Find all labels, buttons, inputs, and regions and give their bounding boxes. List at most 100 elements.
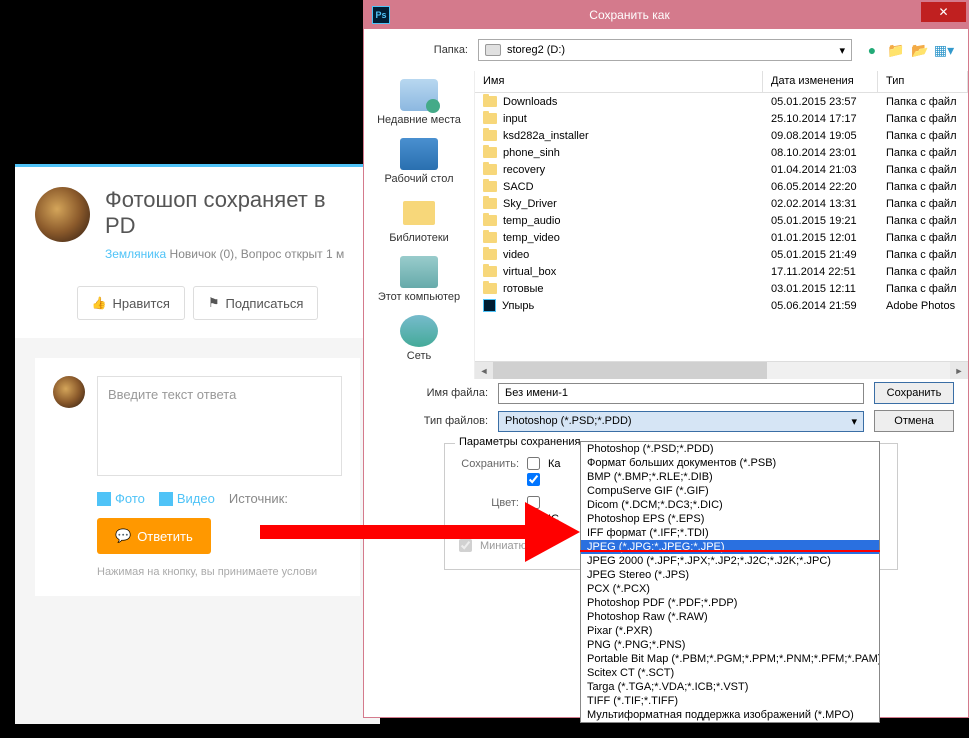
sidebar-network[interactable]: Сеть (400, 311, 438, 370)
annotation-underline (580, 550, 880, 552)
file-list: Имя Дата изменения Тип Downloads05.01.20… (474, 71, 968, 379)
flag-icon: ⚑ (208, 295, 220, 311)
submit-answer-button[interactable]: 💬Ответить (97, 518, 211, 554)
scroll-right-icon[interactable]: ► (950, 362, 968, 379)
folder-icon (483, 181, 497, 192)
dialog-body: Недавние места Рабочий стол Библиотеки Э… (364, 71, 968, 379)
dropdown-item[interactable]: Photoshop (*.PSD;*.PDD) (581, 442, 879, 456)
source-label: Источник: (229, 491, 288, 506)
dropdown-item[interactable]: Portable Bit Map (*.PBM;*.PGM;*.PPM;*.PN… (581, 652, 879, 666)
file-row[interactable]: recovery01.04.2014 21:03Папка с файл (475, 161, 968, 178)
chevron-down-icon: ▾ (839, 44, 845, 57)
column-name[interactable]: Имя (475, 71, 763, 92)
dropdown-item[interactable]: Photoshop Raw (*.RAW) (581, 610, 879, 624)
dropdown-item[interactable]: BMP (*.BMP;*.RLE;*.DIB) (581, 470, 879, 484)
video-button[interactable]: Видео (159, 491, 215, 506)
answer-input[interactable]: Введите текст ответа (97, 376, 342, 476)
checkbox-thumbnail (459, 539, 472, 552)
filename-input[interactable] (498, 383, 864, 404)
column-date[interactable]: Дата изменения (763, 71, 878, 92)
file-row[interactable]: Упырь05.06.2014 21:59Adobe Photos (475, 297, 968, 314)
dropdown-item[interactable]: Scitex CT (*.SCT) (581, 666, 879, 680)
dropdown-item[interactable]: IFF формат (*.IFF;*.TDI) (581, 526, 879, 540)
recent-icon (400, 79, 438, 111)
desktop-icon (400, 138, 438, 170)
dropdown-item[interactable]: Photoshop PDF (*.PDF;*.PDP) (581, 596, 879, 610)
folder-icon (483, 198, 497, 209)
file-row[interactable]: input25.10.2014 17:17Папка с файл (475, 110, 968, 127)
file-row[interactable]: temp_video01.01.2015 12:01Папка с файл (475, 229, 968, 246)
scroll-left-icon[interactable]: ◄ (475, 362, 493, 379)
thumb-up-icon: 👍 (92, 296, 107, 310)
dropdown-item[interactable]: JPEG Stereo (*.JPS) (581, 568, 879, 582)
question-meta: Земляника Новичок (0), Вопрос открыт 1 м (105, 247, 360, 261)
sidebar-libraries[interactable]: Библиотеки (389, 193, 449, 252)
dropdown-item[interactable]: Photoshop EPS (*.EPS) (581, 512, 879, 526)
forum-actions: 👍Нравится ⚑Подписаться (15, 281, 380, 338)
folder-icon (483, 266, 497, 277)
folder-icon (483, 164, 497, 175)
subscribe-button[interactable]: ⚑Подписаться (193, 286, 319, 320)
computer-icon (400, 256, 438, 288)
dropdown-item[interactable]: PNG (*.PNG;*.PNS) (581, 638, 879, 652)
file-row[interactable]: phone_sinh08.10.2014 23:01Папка с файл (475, 144, 968, 161)
sidebar-desktop[interactable]: Рабочий стол (384, 134, 453, 193)
sidebar-computer[interactable]: Этот компьютер (378, 252, 460, 311)
back-icon[interactable]: ● (862, 40, 882, 60)
scrollbar-horizontal[interactable]: ◄ ► (475, 361, 968, 379)
file-row[interactable]: Sky_Driver02.02.2014 13:31Папка с файл (475, 195, 968, 212)
scroll-thumb[interactable] (493, 362, 767, 379)
dropdown-item[interactable]: Targa (*.TGA;*.VDA;*.ICB;*.VST) (581, 680, 879, 694)
file-row[interactable]: ksd282a_installer09.08.2014 19:05Папка с… (475, 127, 968, 144)
folder-icon (483, 249, 497, 260)
scroll-track[interactable] (493, 362, 950, 379)
dropdown-item[interactable]: Мультиформатная поддержка изображений (*… (581, 708, 879, 722)
checkbox-copy[interactable] (527, 457, 540, 470)
folder-icon (483, 96, 497, 107)
question-title: Фотошоп сохраняет в PD (105, 187, 360, 239)
cancel-button[interactable]: Отмена (874, 410, 954, 432)
forum-page: Фотошоп сохраняет в PD Земляника Новичок… (15, 164, 380, 724)
like-button[interactable]: 👍Нравится (77, 286, 185, 320)
filetype-select[interactable]: Photoshop (*.PSD;*.PDD)▾ (498, 411, 864, 432)
checkbox-color1[interactable] (527, 496, 540, 509)
dropdown-item[interactable]: Формат больших документов (*.PSB) (581, 456, 879, 470)
dropdown-item[interactable]: CompuServe GIF (*.GIF) (581, 484, 879, 498)
close-button[interactable]: ✕ (921, 2, 966, 22)
save-button[interactable]: Сохранить (874, 382, 954, 404)
dropdown-item[interactable]: TIFF (*.TIF;*.TIFF) (581, 694, 879, 708)
up-icon[interactable]: 📁 (886, 40, 906, 60)
file-row[interactable]: virtual_box17.11.2014 22:51Папка с файл (475, 263, 968, 280)
dropdown-item[interactable]: JPEG 2000 (*.JPF;*.JPX;*.JP2;*.J2C;*.J2K… (581, 554, 879, 568)
checkbox-layers[interactable] (527, 473, 540, 486)
avatar[interactable] (53, 376, 85, 408)
file-row[interactable]: video05.01.2015 21:49Папка с файл (475, 246, 968, 263)
dropdown-item[interactable]: Pixar (*.PXR) (581, 624, 879, 638)
new-folder-icon[interactable]: 📂 (910, 40, 930, 60)
folder-select[interactable]: storeg2 (D:) ▾ (478, 39, 852, 61)
network-icon (400, 315, 438, 347)
places-sidebar: Недавние места Рабочий стол Библиотеки Э… (364, 71, 474, 379)
color-label: Цвет: (459, 497, 519, 509)
folder-icon (483, 130, 497, 141)
author-link[interactable]: Земляника (105, 247, 166, 261)
dropdown-item[interactable]: Dicom (*.DCM;*.DC3;*.DIC) (581, 498, 879, 512)
dropdown-item[interactable]: PCX (*.PCX) (581, 582, 879, 596)
sidebar-recent[interactable]: Недавние места (377, 75, 461, 134)
column-type[interactable]: Тип (878, 71, 968, 92)
dialog-title: Сохранить как (398, 8, 921, 22)
file-row[interactable]: Downloads05.01.2015 23:57Папка с файл (475, 93, 968, 110)
filetype-dropdown[interactable]: Photoshop (*.PSD;*.PDD)Формат больших до… (580, 441, 880, 723)
file-row[interactable]: SACD06.05.2014 22:20Папка с файл (475, 178, 968, 195)
file-row[interactable]: готовые03.01.2015 12:11Папка с файл (475, 280, 968, 297)
checkbox-icc[interactable] (527, 512, 540, 525)
folder-icon (483, 113, 497, 124)
photo-icon (97, 492, 111, 506)
view-icon[interactable]: ▦▾ (934, 40, 954, 60)
folder-toolbar: ● 📁 📂 ▦▾ (862, 40, 954, 60)
avatar[interactable] (35, 187, 90, 242)
folder-row: Папка: storeg2 (D:) ▾ ● 📁 📂 ▦▾ (364, 29, 968, 71)
filename-row: Имя файла: Сохранить (364, 379, 968, 407)
photo-button[interactable]: Фото (97, 491, 145, 506)
file-row[interactable]: temp_audio05.01.2015 19:21Папка с файл (475, 212, 968, 229)
